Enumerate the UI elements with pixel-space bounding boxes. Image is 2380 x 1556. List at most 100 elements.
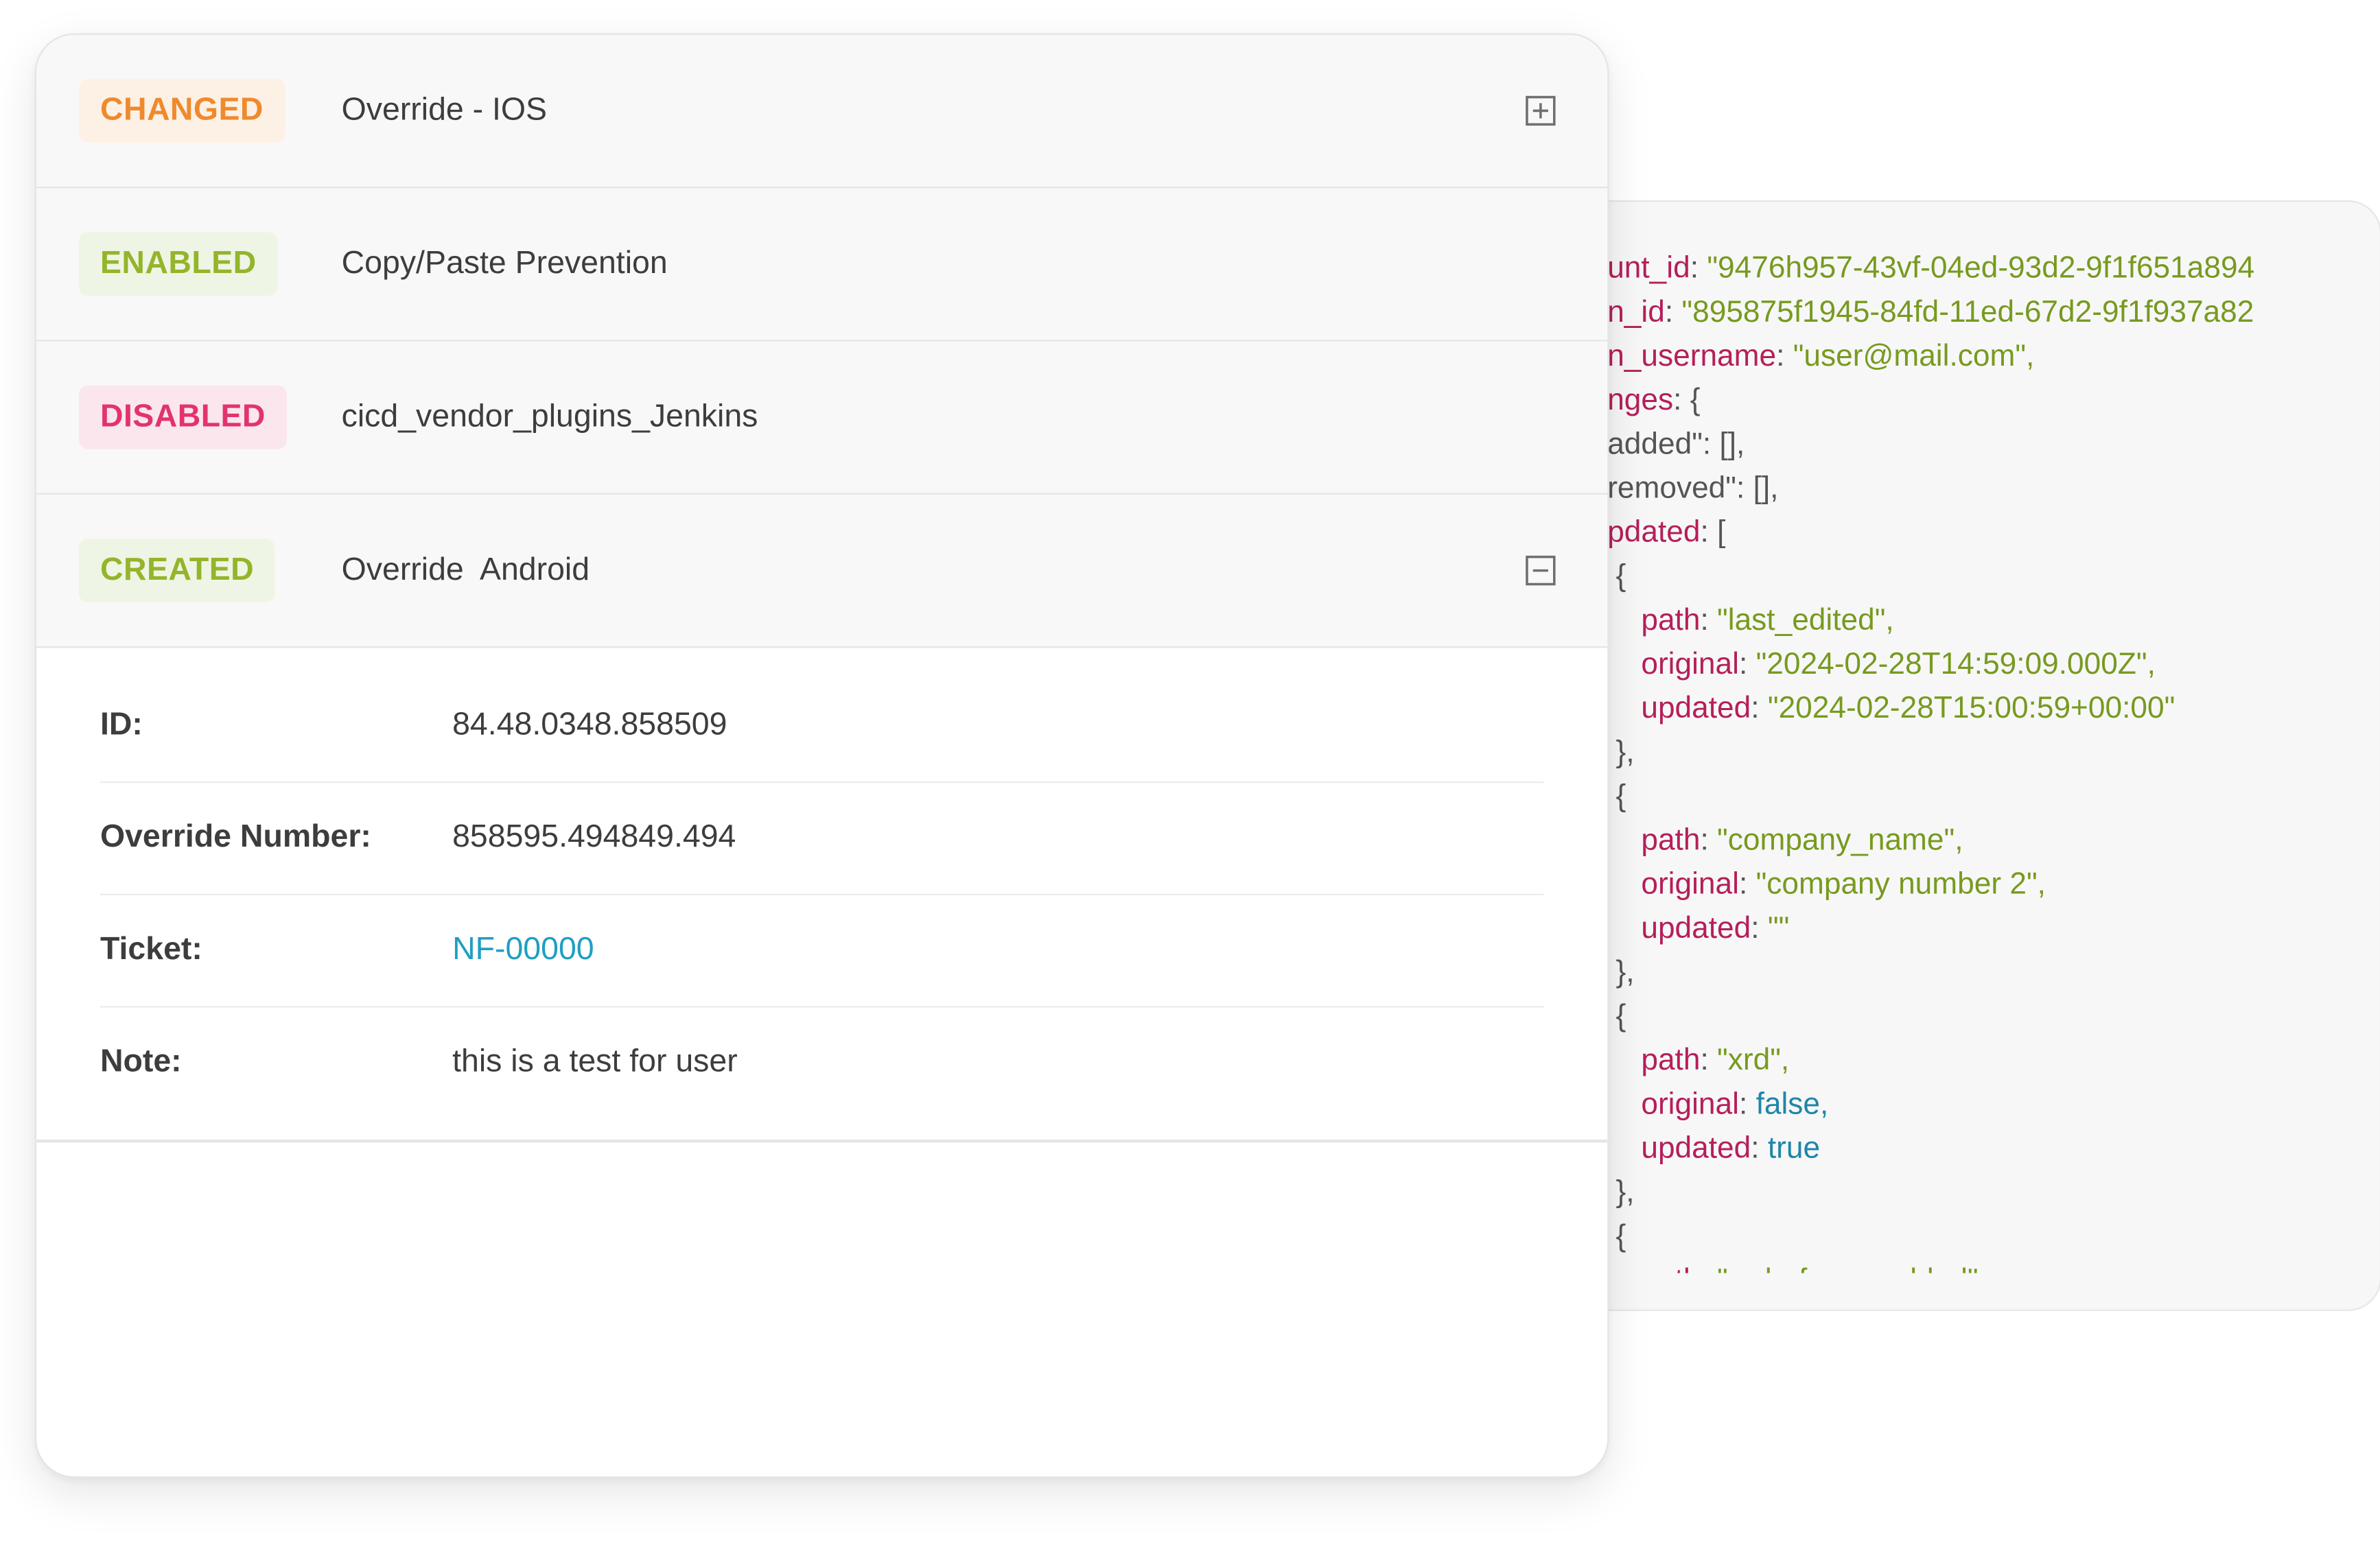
code-token-str: "895875f1945-84fd-11ed-67d2-9f1f937a82: [1681, 296, 2254, 329]
code-line: {: [1607, 995, 1626, 1039]
json-diff-panel: unt_id: "9476h957-43vf-04ed-93d2-9f1f651…: [1517, 200, 2380, 1311]
code-token-key: original: [1607, 648, 1739, 682]
code-token-key: pdated: [1607, 515, 1701, 550]
code-token-punc: {: [1607, 779, 1626, 814]
code-token-str: "2024-02-28T15:00:59+00:00": [1767, 692, 2175, 726]
code-token-key: path: [1607, 1264, 1700, 1273]
code-token-key: original: [1607, 868, 1739, 901]
detail-value: this is a test for user: [452, 1044, 738, 1079]
code-token-punc: },: [1607, 956, 1635, 990]
code-line: n_username: "user@mail.com",: [1607, 335, 2034, 379]
code-token-punc: {: [1607, 1000, 1626, 1034]
code-token-punc: :: [1700, 604, 1718, 637]
code-line: updated: true: [1607, 1127, 1820, 1171]
code-token-bool: true: [1767, 1131, 1821, 1166]
code-line: {: [1607, 775, 1626, 819]
code-token-str: "company number 2",: [1755, 868, 2046, 901]
code-token-str: "2024-02-28T14:59:09.000Z",: [1755, 648, 2156, 682]
code-token-punc: removed": [],: [1607, 471, 1779, 506]
code-token-punc: : {: [1673, 384, 1701, 418]
detail-value: 84.48.0348.858509: [452, 707, 727, 742]
code-line: },: [1607, 731, 1634, 775]
code-line: nges: {: [1607, 379, 1700, 423]
code-token-punc: :: [1751, 1131, 1768, 1166]
code-line: original: "company number 2",: [1607, 863, 2046, 907]
detail-label: ID:: [100, 707, 143, 742]
code-token-str: "last_edited",: [1717, 604, 1894, 637]
code-token-key: updated: [1607, 1131, 1751, 1166]
code-token-str: "": [1767, 912, 1790, 945]
code-line: path: "radarfmr_enabled",: [1607, 1260, 1987, 1273]
code-token-bool: false,: [1755, 1087, 1829, 1122]
code-token-key: nges: [1607, 384, 1674, 418]
code-token-str: "xrd",: [1717, 1044, 1790, 1078]
status-badge-disabled: DISABLED: [79, 385, 287, 449]
code-token-punc: :: [1738, 868, 1756, 901]
code-token-key: n_username: [1607, 340, 1777, 374]
code-token-punc: },: [1607, 1176, 1635, 1210]
code-line: original: false,: [1607, 1083, 1828, 1127]
accordion-row-disabled[interactable]: DISABLED cicd_vendor_plugins_Jenkins: [36, 341, 1608, 497]
code-token-punc: :: [1738, 1087, 1756, 1122]
code-line: original: "2024-02-28T14:59:09.000Z",: [1607, 644, 2156, 687]
code-token-key: path: [1607, 823, 1701, 858]
code-line: },: [1607, 952, 1634, 995]
code-token-punc: :: [1738, 648, 1756, 682]
code-token-punc: :: [1776, 340, 1793, 374]
code-token-punc: added": [],: [1607, 427, 1745, 462]
accordion-row-enabled[interactable]: ENABLED Copy/Paste Prevention: [36, 188, 1608, 343]
code-token-punc: :: [1664, 296, 1682, 329]
code-token-punc: :: [1700, 823, 1718, 858]
code-line: removed": [],: [1607, 467, 1778, 511]
code-token-punc: :: [1751, 692, 1768, 726]
accordion-row-created[interactable]: CREATED Override Android: [36, 495, 1608, 650]
code-token-key: updated: [1607, 912, 1751, 945]
code-line: n_id: "895875f1945-84fd-11ed-67d2-9f1f93…: [1607, 292, 2254, 335]
code-token-key: path: [1607, 604, 1701, 637]
detail-row-override-number: Override Number: 858595.494849.494: [100, 781, 1544, 895]
row-title: cicd_vendor_plugins_Jenkins: [341, 399, 758, 434]
code-token-punc: {: [1607, 1220, 1626, 1253]
plus-square-icon[interactable]: [1526, 95, 1556, 126]
code-line: },: [1607, 1171, 1634, 1215]
code-line: unt_id: "9476h957-43vf-04ed-93d2-9f1f651…: [1607, 248, 2254, 292]
code-token-punc: :: [1690, 252, 1707, 285]
code-token-punc: :: [1751, 912, 1768, 945]
row-title: Override Android: [341, 552, 590, 587]
detail-label: Note:: [100, 1044, 182, 1079]
code-token-punc: :: [1700, 1264, 1717, 1273]
accordion-row-changed[interactable]: CHANGED Override - IOS: [36, 34, 1608, 190]
code-token-str: "user@mail.com",: [1793, 340, 2035, 374]
code-token-str: "radarfmr_enabled",: [1717, 1264, 1987, 1273]
detail-row-note: Note: this is a test for user: [100, 1006, 1543, 1118]
code-token-key: original: [1607, 1087, 1739, 1122]
code-line: path: "last_edited",: [1607, 600, 1894, 644]
status-badge-changed: CHANGED: [79, 79, 285, 143]
row-title: Override - IOS: [341, 92, 548, 128]
status-badge-enabled: ENABLED: [79, 232, 278, 296]
detail-value: 858595.494849.494: [452, 819, 736, 855]
detail-label: Override Number:: [100, 819, 371, 855]
code-token-key: updated: [1607, 692, 1751, 726]
code-token-key: unt_id: [1607, 252, 1690, 285]
code-token-key: n_id: [1607, 296, 1665, 329]
code-token-key: path: [1607, 1044, 1701, 1078]
code-line: {: [1607, 555, 1626, 599]
status-badge-created: CREATED: [79, 539, 276, 603]
stage: unt_id: "9476h957-43vf-04ed-93d2-9f1f651…: [0, 0, 2380, 1554]
code-token-punc: : [: [1700, 515, 1726, 550]
row-title: Copy/Paste Prevention: [341, 246, 668, 281]
code-line: path: "xrd",: [1607, 1039, 1789, 1083]
minus-square-icon[interactable]: [1526, 555, 1556, 586]
code-line: pdated: [: [1607, 511, 1725, 555]
detail-row-id: ID: 84.48.0348.858509: [100, 669, 1544, 783]
code-line: added": [],: [1607, 423, 1745, 467]
code-line: path: "company_name",: [1607, 819, 1963, 863]
ticket-link[interactable]: NF-00000: [452, 894, 594, 1006]
code-token-punc: },: [1607, 735, 1635, 770]
audit-accordion-card: CHANGED Override - IOS ENABLED Copy/Past…: [34, 33, 1609, 1478]
code-token-str: "company_name",: [1717, 823, 1963, 858]
code-line: updated: "": [1607, 908, 1789, 952]
code-token-str: "9476h957-43vf-04ed-93d2-9f1f651a894: [1707, 252, 2255, 285]
code-token-punc: :: [1700, 1044, 1718, 1078]
